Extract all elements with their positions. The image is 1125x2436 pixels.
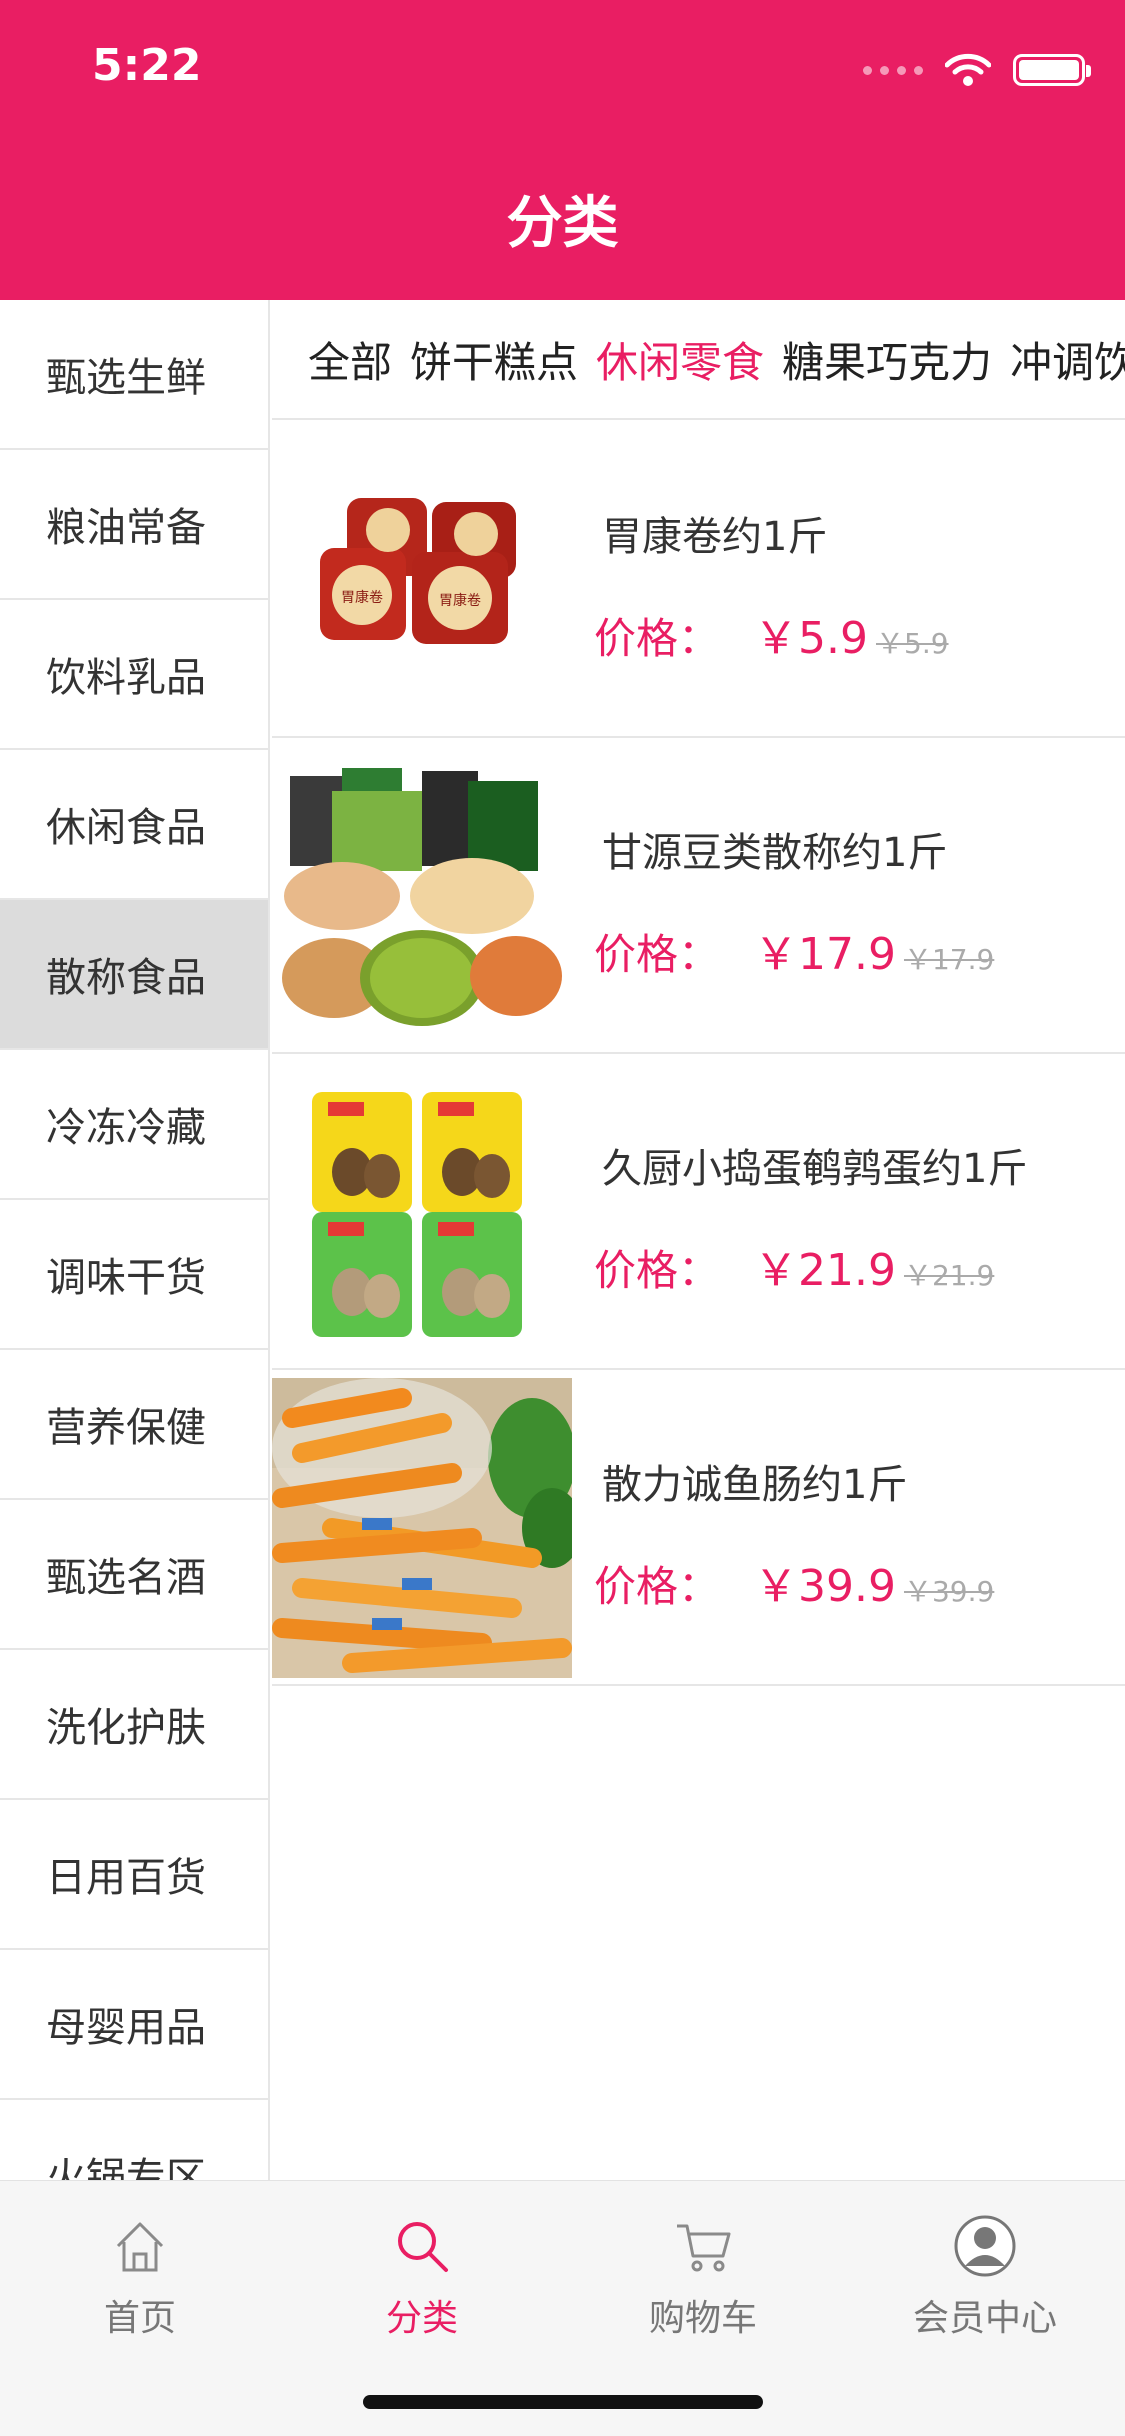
profile-icon (845, 2211, 1125, 2281)
tab-label: 购物车 (648, 2298, 757, 2339)
price-label: 价格： (594, 614, 721, 663)
original-price: ￥39.9 (903, 1575, 995, 1608)
price-row: 价格： ￥17.9 ￥17.9 (594, 918, 994, 982)
sidebar-item-label: 散称食品 (46, 955, 206, 1001)
sidebar-item-label: 甄选名酒 (46, 1555, 206, 1601)
svg-text:胃康卷: 胃康卷 (341, 589, 383, 606)
sidebar-item-baby[interactable]: 母婴用品 (0, 1950, 268, 2100)
product-price: ￥21.9 (754, 1245, 896, 1296)
home-icon (0, 2211, 280, 2281)
sidebar-item-liquor[interactable]: 甄选名酒 (0, 1500, 268, 1650)
product-price: ￥5.9 (754, 613, 868, 664)
product-row[interactable]: 胃康卷 胃康卷 胃康卷约1斤 价格： ￥5.9 ￥5.9 (272, 422, 1125, 738)
sidebar-item-label: 火锅专区 (46, 2155, 206, 2180)
sidebar-item-seasoning[interactable]: 调味干货 (0, 1200, 268, 1350)
battery-icon (1013, 54, 1091, 86)
original-price: ￥21.9 (903, 1259, 995, 1292)
search-icon (282, 2211, 562, 2281)
status-time: 5:22 (92, 40, 202, 91)
quail-eggs-image[interactable] (272, 1062, 572, 1362)
sidebar-item-snacks[interactable]: 休闲食品 (0, 750, 268, 900)
price-row: 价格： ￥5.9 ￥5.9 (594, 602, 949, 666)
tab-casual-snacks[interactable]: 休闲零食 (596, 329, 764, 390)
category-screen: 5:22 分类 甄选生鲜 粮油常备 饮料乳品 休闲食品 散称食品 冷冻冷藏 调味… (0, 0, 1125, 2436)
sidebar-item-label: 饮料乳品 (46, 655, 206, 701)
stomach-rolls-image[interactable]: 胃康卷 胃康卷 (272, 430, 572, 730)
sidebar-item-hotpot[interactable]: 火锅专区 (0, 2100, 268, 2180)
mixed-beans-image[interactable] (272, 746, 572, 1046)
tab-label: 分类 (385, 2298, 458, 2339)
product-row[interactable]: 散力诚鱼肠约1斤 价格： ￥39.9 ￥39.9 (272, 1370, 1125, 1686)
wifi-icon (945, 53, 991, 87)
tab-candy-chocolate[interactable]: 糖果巧克力 (782, 329, 992, 390)
product-row[interactable]: 甘源豆类散称约1斤 价格： ￥17.9 ￥17.9 (272, 738, 1125, 1054)
sidebar-item-label: 休闲食品 (46, 805, 206, 851)
sidebar-item-nutrition[interactable]: 营养保健 (0, 1350, 268, 1500)
product-price: ￥17.9 (754, 929, 896, 980)
sidebar-item-skincare[interactable]: 洗化护肤 (0, 1650, 268, 1800)
header: 5:22 分类 (0, 0, 1125, 300)
sidebar-item-grain-oil[interactable]: 粮油常备 (0, 450, 268, 600)
page-title: 分类 (506, 191, 619, 256)
fish-sausage-image[interactable] (272, 1378, 572, 1678)
price-label: 价格： (594, 1246, 721, 1295)
tab-cart[interactable]: 购物车 (563, 2211, 843, 2341)
sidebar-item-label: 日用百货 (46, 1855, 206, 1901)
sidebar-item-label: 洗化护肤 (46, 1705, 206, 1751)
subcategory-tabs[interactable]: 全部 饼干糕点 休闲零食 糖果巧克力 冲调饮 (272, 300, 1125, 420)
product-price: ￥39.9 (754, 1561, 896, 1612)
svg-text:胃康卷: 胃康卷 (439, 592, 481, 609)
product-list: 胃康卷 胃康卷 胃康卷约1斤 价格： ￥5.9 ￥5.9 甘源豆类散称约1斤 价… (272, 422, 1125, 1686)
tab-label: 首页 (103, 2298, 176, 2339)
sidebar-item-bulk-food[interactable]: 散称食品 (0, 900, 268, 1050)
sidebar-item-daily-goods[interactable]: 日用百货 (0, 1800, 268, 1950)
product-name: 久厨小捣蛋鹌鹑蛋约1斤 (602, 1146, 1028, 1192)
price-label: 价格： (594, 930, 721, 979)
sidebar-item-label: 甄选生鲜 (46, 355, 206, 401)
product-row[interactable]: 久厨小捣蛋鹌鹑蛋约1斤 价格： ￥21.9 ￥21.9 (272, 1054, 1125, 1370)
product-name: 胃康卷约1斤 (602, 514, 828, 560)
sidebar-item-drinks-dairy[interactable]: 饮料乳品 (0, 600, 268, 750)
cart-icon (563, 2211, 843, 2281)
signal-icon (863, 65, 923, 75)
product-name: 散力诚鱼肠约1斤 (602, 1462, 908, 1508)
sidebar-item-fresh[interactable]: 甄选生鲜 (0, 300, 268, 450)
price-row: 价格： ￥39.9 ￥39.9 (594, 1550, 994, 1614)
sidebar-item-label: 营养保健 (46, 1405, 206, 1451)
original-price: ￥17.9 (903, 943, 995, 976)
sidebar-item-label: 冷冻冷藏 (46, 1105, 206, 1151)
tab-member-center[interactable]: 会员中心 (845, 2211, 1125, 2341)
price-label: 价格： (594, 1562, 721, 1611)
original-price: ￥5.9 (876, 627, 949, 660)
tab-biscuits[interactable]: 饼干糕点 (410, 329, 578, 390)
tab-category[interactable]: 分类 (282, 2211, 562, 2341)
tab-home[interactable]: 首页 (0, 2211, 280, 2341)
product-name: 甘源豆类散称约1斤 (602, 830, 948, 876)
sidebar-item-frozen[interactable]: 冷冻冷藏 (0, 1050, 268, 1200)
tab-drinks[interactable]: 冲调饮 (1010, 329, 1125, 390)
tab-label: 会员中心 (912, 2298, 1057, 2339)
sidebar-item-label: 粮油常备 (46, 505, 206, 551)
home-indicator (363, 2395, 763, 2409)
sidebar-item-label: 调味干货 (46, 1255, 206, 1301)
status-icons (863, 50, 1091, 90)
sidebar-item-label: 母婴用品 (46, 2005, 206, 2051)
tab-all[interactable]: 全部 (308, 329, 392, 390)
category-sidebar[interactable]: 甄选生鲜 粮油常备 饮料乳品 休闲食品 散称食品 冷冻冷藏 调味干货 营养保健 … (0, 300, 270, 2180)
price-row: 价格： ￥21.9 ￥21.9 (594, 1234, 994, 1298)
